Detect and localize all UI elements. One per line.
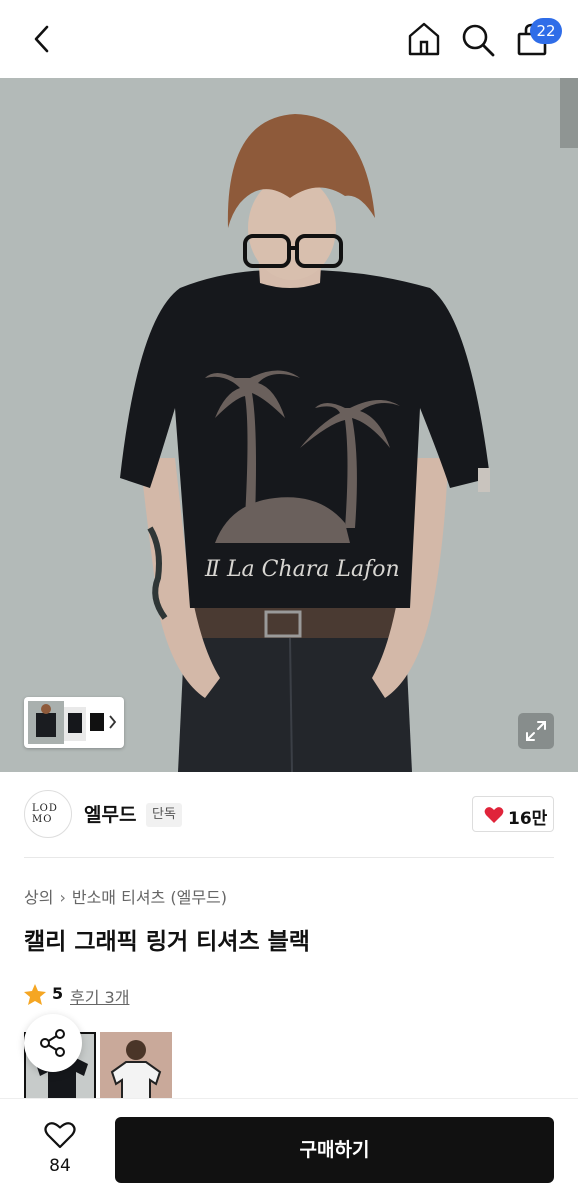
shirt-print-text: Ⅱ La Chara Lafon — [204, 557, 400, 582]
image-thumbnails[interactable] — [24, 697, 124, 748]
breadcrumb-subcategory[interactable]: 반소매 티셔츠 (엘무드) — [72, 888, 227, 907]
cart-count-badge: 22 — [530, 18, 562, 44]
thumbnail-images — [28, 701, 117, 744]
chevron-right-icon: › — [59, 888, 66, 907]
divider — [24, 857, 554, 858]
chevron-right-icon — [109, 715, 117, 729]
color-option-thumb — [100, 1032, 172, 1100]
color-option-white[interactable] — [100, 1032, 172, 1100]
buy-button[interactable]: 구매하기 — [115, 1117, 554, 1183]
home-icon[interactable] — [406, 20, 442, 58]
star-icon — [24, 984, 46, 1005]
brand-like-count: 16만 — [508, 809, 548, 829]
brand-name[interactable]: 엘무드 — [84, 800, 136, 827]
brand-logo[interactable]: LOD MO — [24, 790, 72, 838]
model-photo: Ⅱ La Chara Lafon — [0, 78, 578, 772]
expand-icon — [526, 721, 546, 741]
search-icon[interactable] — [460, 20, 496, 58]
product-image[interactable]: Ⅱ La Chara Lafon — [0, 78, 578, 772]
breadcrumb: 상의 › 반소매 티셔츠 (엘무드) — [24, 884, 227, 908]
top-bar: 22 — [0, 0, 578, 78]
product-title: 캘리 그래픽 링거 티셔츠 블랙 — [24, 929, 310, 955]
wishlist-button[interactable]: 84 — [22, 1121, 98, 1179]
brand-logo-text: LOD MO — [32, 803, 58, 825]
breadcrumb-category[interactable]: 상의 — [24, 888, 53, 907]
expand-image-button[interactable] — [518, 713, 554, 749]
brand-like-button[interactable]: 16만 — [472, 796, 554, 832]
bottom-bar: 84 구매하기 — [0, 1098, 578, 1200]
share-button[interactable] — [24, 1014, 82, 1072]
review-link[interactable]: 후기 3개 — [70, 984, 129, 1008]
share-icon — [40, 1029, 65, 1057]
wishlist-count: 84 — [49, 1156, 71, 1176]
heart-outline-icon — [44, 1122, 76, 1149]
heart-filled-icon — [484, 807, 504, 823]
rating-score: 5 — [52, 984, 64, 1003]
exclusive-badge: 단독 — [146, 803, 182, 827]
back-icon[interactable] — [26, 22, 60, 56]
product-page: 22 Ⅱ La Chara Lafon LOD MO 엘무드 단독 16만 상의… — [0, 0, 578, 1200]
